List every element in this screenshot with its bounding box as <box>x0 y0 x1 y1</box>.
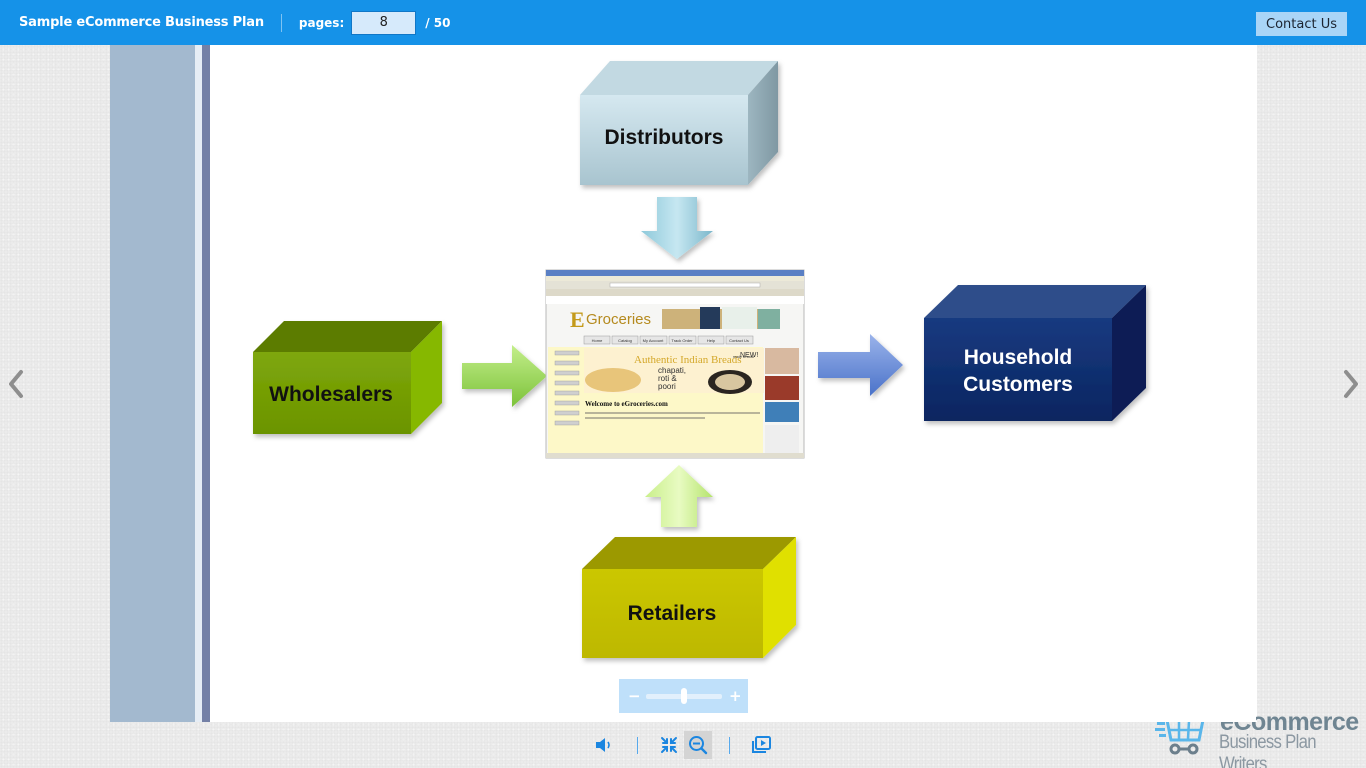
document-title: Sample eCommerce Business Plan <box>19 15 264 30</box>
slideshow-icon <box>752 736 771 753</box>
book-page: Distributors Wholesalers E Groceries Hom… <box>110 45 1257 722</box>
toolbar-separator <box>729 737 730 754</box>
arrow-right-blue <box>818 334 903 396</box>
toolbar-separator <box>637 737 638 754</box>
tab-home: Home <box>592 338 603 343</box>
distributors-box <box>580 61 778 185</box>
wholesalers-label: Wholesalers <box>269 383 393 406</box>
household-label-line2: Customers <box>963 373 1073 396</box>
tab-my-account: My Account <box>643 338 665 343</box>
arrow-up <box>645 465 713 527</box>
zoom-slider: − + <box>619 679 748 713</box>
zoom-out-button[interactable] <box>684 731 712 759</box>
arrow-right-green <box>462 345 547 407</box>
total-pages: / 50 <box>425 15 451 30</box>
banner-new: NEW! <box>740 352 758 359</box>
zoom-minus-button[interactable]: − <box>628 687 641 705</box>
tab-help: Help <box>707 338 716 343</box>
zoom-track[interactable] <box>645 687 722 704</box>
contact-us-button[interactable]: Contact Us <box>1256 12 1347 36</box>
household-label-line1: Household <box>964 346 1073 369</box>
header-divider <box>280 13 282 32</box>
tab-contact-us: Contact Us <box>729 338 749 343</box>
sound-button[interactable] <box>591 731 619 759</box>
previous-page-button[interactable] <box>2 366 30 402</box>
page-bottom-overlap <box>1150 700 1256 722</box>
zoom-plus-button[interactable]: + <box>729 687 742 705</box>
logo-subtitle: Business Plan Writers <box>1219 732 1317 768</box>
retailers-box <box>582 537 796 658</box>
zoom-thumb[interactable] <box>680 687 687 704</box>
arrow-down <box>641 197 713 259</box>
top-bar: Sample eCommerce Business Plan pages: / … <box>0 0 1366 45</box>
distributors-label: Distributors <box>604 126 723 149</box>
wholesalers-box <box>253 321 442 434</box>
welcome-heading: Welcome to eGroceries.com <box>585 400 668 408</box>
sound-icon <box>596 738 610 752</box>
banner-sub3: poori <box>658 382 676 391</box>
egroceries-screenshot: E Groceries Home Catalog My Account Trac… <box>545 269 805 459</box>
retailers-label: Retailers <box>628 602 717 625</box>
egroceries-logo-e: E <box>570 307 585 332</box>
tab-catalog: Catalog <box>618 338 632 343</box>
chevron-right-icon <box>1344 370 1358 398</box>
supply-chain-diagram: Distributors Wholesalers E Groceries Hom… <box>253 61 1146 658</box>
fullscreen-exit-icon <box>661 737 677 753</box>
egroceries-logo-text: Groceries <box>586 311 651 328</box>
exit-fullscreen-button[interactable] <box>655 731 683 759</box>
chevron-left-icon <box>9 370 23 398</box>
slideshow-button[interactable] <box>747 731 775 759</box>
zoom-out-icon <box>689 736 708 755</box>
tab-track-order: Track Order <box>671 338 693 343</box>
banner-title: Authentic Indian Breads <box>634 354 742 366</box>
next-page-button[interactable] <box>1337 366 1365 402</box>
pages-label: pages: <box>298 15 345 30</box>
page-number-input[interactable] <box>351 10 417 35</box>
